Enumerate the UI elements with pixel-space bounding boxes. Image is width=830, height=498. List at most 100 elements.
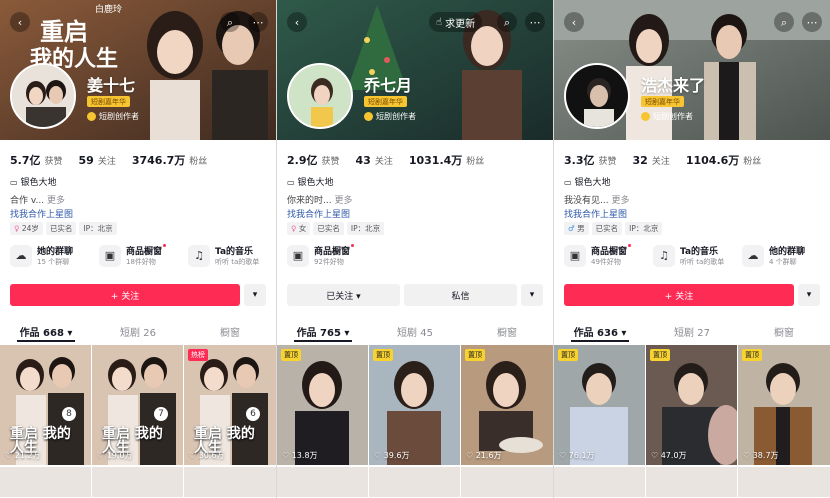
service-music[interactable]: ♫ Ta的音乐 听听 ta的歌单 — [653, 244, 724, 267]
following-label[interactable]: 关注 — [375, 154, 393, 167]
back-button[interactable]: ‹ — [564, 12, 584, 32]
dropdown-button[interactable]: ▾ — [521, 284, 543, 306]
service-group-chat[interactable]: ☁ 他的群聊 4 个群聊 — [742, 244, 805, 267]
followed-button[interactable]: 已关注 ▾ — [287, 284, 400, 306]
video-thumbnail[interactable] — [738, 467, 830, 497]
avatar[interactable] — [564, 63, 630, 129]
tab-works[interactable]: 作品 668 ▾ — [0, 324, 92, 346]
video-likes-count: 30.6万 — [198, 451, 225, 460]
tab-works[interactable]: 作品 765 ▾ — [277, 324, 369, 346]
message-button[interactable]: 私信 — [404, 284, 517, 306]
video-thumbnail[interactable]: 重启 我的人生 7 ♡ 19.0万 — [92, 345, 183, 465]
verified-tag: 已实名 — [591, 222, 623, 235]
video-thumbnail[interactable]: 热榜 重启 我的人生 6 ♡ 30.6万 — [184, 345, 276, 465]
search-button[interactable]: ⌕ — [220, 12, 240, 32]
following-label[interactable]: 关注 — [98, 154, 116, 167]
event-badge[interactable]: 短剧嘉年华 — [641, 96, 684, 107]
service-title: 她的群聊 — [37, 247, 74, 257]
event-badge[interactable]: 短剧嘉年华 — [87, 96, 130, 107]
more-button[interactable]: ⋯ — [248, 12, 268, 32]
video-thumbnail[interactable]: 重启 我的人生 8 ♡ 21.2万 — [0, 345, 91, 465]
video-thumbnail[interactable]: 置顶 ♡ 39.6万 — [369, 345, 460, 465]
level-row[interactable]: ▭ 银色大地 — [287, 175, 333, 188]
fans-count[interactable]: 1104.6万 — [686, 152, 739, 168]
video-thumbnail[interactable]: 置顶 ♡ 47.0万 — [646, 345, 737, 465]
following-count[interactable]: 32 — [633, 154, 648, 167]
starmap-link[interactable]: 找我合作上星图 — [287, 207, 350, 220]
video-thumbnail[interactable] — [0, 467, 91, 497]
likes-label: 获赞 — [44, 157, 63, 167]
svg-text:重启: 重启 — [40, 17, 88, 46]
fans-count[interactable]: 3746.7万 — [132, 152, 185, 168]
fans-label[interactable]: 粉丝 — [466, 154, 484, 167]
request-update-button[interactable]: ☝ 求更新 — [429, 12, 483, 32]
tab-short-drama[interactable]: 短剧 45 — [369, 324, 461, 346]
bio[interactable]: 你来的时... 更多 — [287, 193, 352, 206]
notification-dot — [163, 244, 167, 247]
action-buttons: + 关注 ▾ — [564, 284, 820, 306]
tab-showcase[interactable]: 橱窗 — [461, 324, 553, 346]
back-button[interactable]: ‹ — [10, 12, 30, 32]
video-thumbnail[interactable] — [369, 467, 460, 497]
bio-more[interactable]: 更多 — [334, 196, 352, 206]
more-icon: ⋯ — [806, 15, 818, 29]
service-shop-window[interactable]: ▣ 商品橱窗 49件好物 — [564, 244, 632, 267]
bio-more[interactable]: 更多 — [47, 196, 65, 206]
bio-more[interactable]: 更多 — [611, 196, 629, 206]
service-group-chat[interactable]: ☁ 她的群聊 15 个群聊 — [10, 244, 73, 267]
tab-short-drama[interactable]: 短剧 26 — [92, 324, 184, 346]
video-thumbnail[interactable] — [277, 467, 368, 497]
service-shop-window[interactable]: ▣ 商品橱窗 18件好物 — [99, 244, 167, 267]
tab-short-drama[interactable]: 短剧 27 — [646, 324, 738, 346]
avatar[interactable] — [287, 63, 353, 129]
role-label: 短剧创作者 — [99, 112, 139, 121]
video-likes: ♡ 76.1万 — [559, 450, 595, 461]
tab-showcase[interactable]: 橱窗 — [184, 324, 276, 346]
search-button[interactable]: ⌕ — [497, 12, 517, 32]
video-likes-count: 13.8万 — [291, 451, 318, 460]
episode-number: 8 — [62, 407, 76, 421]
service-shop-window[interactable]: ▣ 商品橱窗 92件好物 — [287, 244, 355, 267]
fans-count[interactable]: 1031.4万 — [409, 152, 462, 168]
creator-icon — [364, 112, 373, 121]
video-thumbnail[interactable]: 置顶 ♡ 13.8万 — [277, 345, 368, 465]
following-count[interactable]: 43 — [356, 154, 371, 167]
video-thumbnail[interactable] — [554, 467, 645, 497]
video-thumbnail[interactable] — [461, 467, 553, 497]
dropdown-button[interactable]: ▾ — [798, 284, 820, 306]
service-music[interactable]: ♫ Ta的音乐 听听 ta的歌单 — [188, 244, 259, 267]
starmap-link[interactable]: 找我合作上星图 — [10, 207, 73, 220]
fans-label[interactable]: 粉丝 — [743, 154, 761, 167]
back-button[interactable]: ‹ — [287, 12, 307, 32]
tab-works[interactable]: 作品 636 ▾ — [554, 324, 646, 346]
video-thumbnail[interactable] — [92, 467, 183, 497]
heart-icon: ♡ — [559, 451, 567, 460]
bio[interactable]: 合作 v... 更多 — [10, 193, 65, 206]
video-thumbnail[interactable]: 置顶 ♡ 21.6万 — [461, 345, 553, 465]
bio[interactable]: 我没有见... 更多 — [564, 193, 629, 206]
more-button[interactable]: ⋯ — [525, 12, 545, 32]
level-icon: ▭ — [287, 178, 295, 187]
more-button[interactable]: ⋯ — [802, 12, 822, 32]
video-thumbnail[interactable]: 置顶 ♡ 76.1万 — [554, 345, 645, 465]
video-thumbnail[interactable] — [646, 467, 737, 497]
profile-panel-2: ‹ ☝ 求更新 ⌕ ⋯ 乔七月 短剧嘉年华 短剧创作者 2.9亿 获赞 43 关注 1… — [277, 0, 553, 498]
video-likes-count: 38.7万 — [752, 451, 779, 460]
video-likes: ♡ 19.0万 — [97, 450, 133, 461]
level-row[interactable]: ▭ 银色大地 — [564, 175, 610, 188]
event-badge[interactable]: 短剧嘉年华 — [364, 96, 407, 107]
starmap-link[interactable]: 找我合作上星图 — [564, 207, 627, 220]
tab-showcase[interactable]: 橱窗 — [738, 324, 830, 346]
follow-button[interactable]: + 关注 — [10, 284, 240, 306]
level-row[interactable]: ▭ 银色大地 — [10, 175, 56, 188]
dropdown-button[interactable]: ▾ — [244, 284, 266, 306]
fans-label[interactable]: 粉丝 — [189, 154, 207, 167]
search-button[interactable]: ⌕ — [774, 12, 794, 32]
creator-icon — [87, 112, 96, 121]
avatar[interactable] — [10, 63, 76, 129]
following-count[interactable]: 59 — [79, 154, 94, 167]
following-label[interactable]: 关注 — [652, 154, 670, 167]
video-thumbnail[interactable] — [184, 467, 276, 497]
video-thumbnail[interactable]: 置顶 ♡ 38.7万 — [738, 345, 830, 465]
follow-button[interactable]: + 关注 — [564, 284, 794, 306]
